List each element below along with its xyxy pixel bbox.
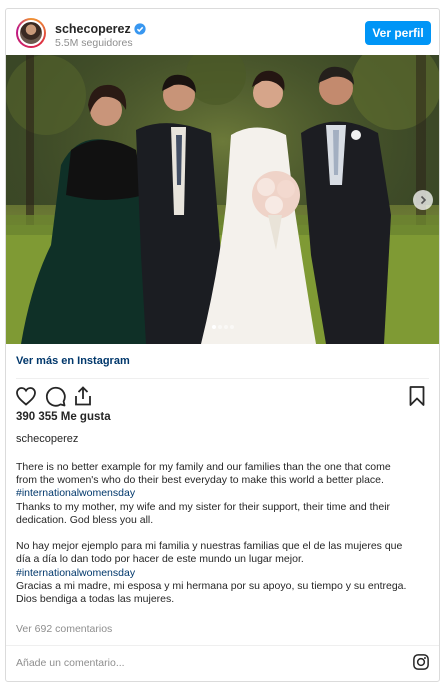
avatar[interactable] <box>16 18 46 48</box>
caption-line: Thanks to my mother, my wife and my sist… <box>16 500 391 513</box>
carousel-dot <box>229 325 234 329</box>
divider <box>6 645 439 646</box>
wedding-family-photo-icon <box>6 55 439 344</box>
divider <box>16 378 429 379</box>
bookmark-icon[interactable] <box>405 384 429 408</box>
view-more-on-instagram-link[interactable]: Ver más en Instagram <box>16 355 130 367</box>
caption-line: Gracias a mi madre, mi esposa y mi herma… <box>16 579 407 592</box>
like-count[interactable]: 390 355 Me gusta <box>16 411 111 423</box>
view-comments-link[interactable]: Ver 692 comentarios <box>16 623 112 635</box>
action-bar <box>6 384 439 414</box>
caption-line: from the women's who do their best every… <box>16 474 384 487</box>
instagram-embed-card: schecoperez 5.5M seguidores Ver perfil V… <box>5 8 440 682</box>
share-icon[interactable] <box>71 384 95 408</box>
carousel-dot <box>211 325 216 329</box>
post-header: schecoperez 5.5M seguidores Ver perfil <box>6 9 439 57</box>
comment-icon[interactable] <box>43 384 67 408</box>
caption-line: No hay mejor ejemplo para mi familia y n… <box>16 540 403 553</box>
avatar-image <box>18 20 44 46</box>
caption-line: There is no better example for my family… <box>16 461 391 473</box>
username-text[interactable]: schecoperez <box>55 22 131 36</box>
post-photo[interactable] <box>6 55 439 344</box>
carousel-dot <box>217 325 222 329</box>
hashtag-link[interactable]: #internationalwomensday <box>16 567 431 580</box>
instagram-icon[interactable] <box>412 653 430 671</box>
carousel-dot <box>223 325 228 329</box>
caption-line: dedication. God bless you all. <box>16 513 154 526</box>
heart-icon[interactable] <box>14 384 38 408</box>
caption-line: Dios bendiga a todas las mujeres. <box>16 593 175 606</box>
carousel-dots <box>6 316 439 334</box>
chevron-right-icon <box>420 195 427 205</box>
post-caption: There is no better example for my family… <box>16 461 431 606</box>
follower-count: 5.5M seguidores <box>55 37 133 49</box>
view-profile-button[interactable]: Ver perfil <box>365 21 431 45</box>
caption-username[interactable]: schecoperez <box>16 433 78 445</box>
next-photo-button[interactable] <box>413 190 433 210</box>
verified-badge-icon <box>134 23 146 35</box>
add-comment-input[interactable]: Añade un comentario... <box>16 657 125 669</box>
caption-line: día a día lo dan todo por hacer de este … <box>16 553 304 566</box>
header-username[interactable]: schecoperez <box>55 22 146 36</box>
hashtag-link[interactable]: #internationalwomensday <box>16 487 431 500</box>
